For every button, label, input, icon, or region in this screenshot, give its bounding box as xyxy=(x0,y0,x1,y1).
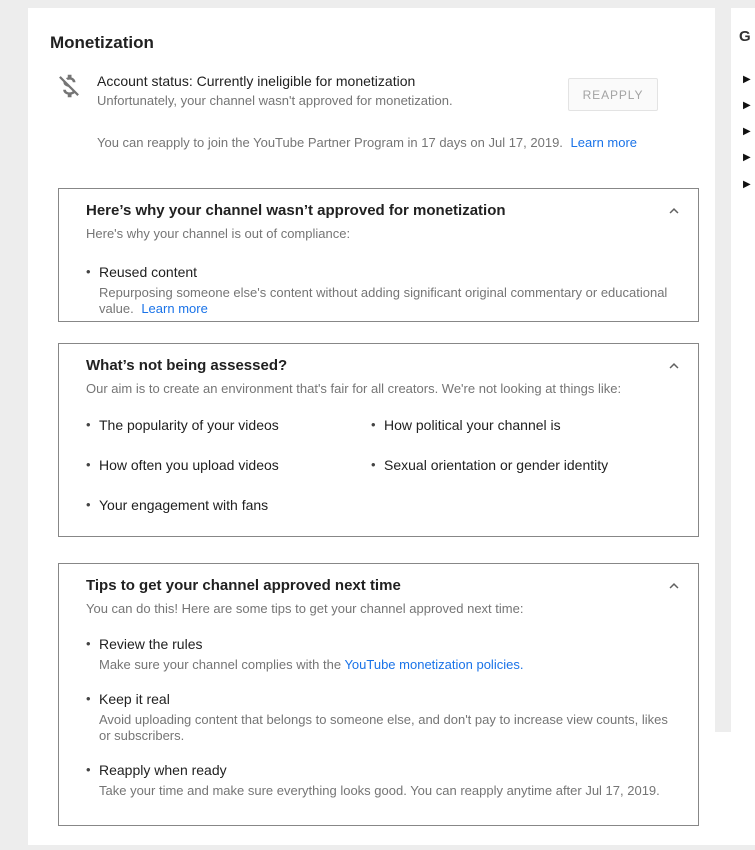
tip-item: Reapply when ready Take your time and ma… xyxy=(86,762,671,799)
tips-list: Review the rules Make sure your channel … xyxy=(86,636,671,799)
triangle-expand-icon[interactable]: ▶ xyxy=(743,127,751,137)
why-not-approved-card: Here’s why your channel wasn’t approved … xyxy=(58,188,699,322)
why-card-subtitle: Here's why your channel is out of compli… xyxy=(86,226,351,241)
tip-title: Keep it real xyxy=(86,691,671,707)
reapply-note: You can reapply to join the YouTube Part… xyxy=(97,135,637,150)
tip-description: Take your time and make sure everything … xyxy=(99,783,660,798)
not-assessed-list: The popularity of your videos How often … xyxy=(86,417,671,537)
tip-description: Avoid uploading content that belongs to … xyxy=(99,712,668,743)
background-patch xyxy=(715,732,731,845)
monetization-page-card: Monetization Account status: Currently i… xyxy=(28,8,715,845)
triangle-expand-icon[interactable]: ▶ xyxy=(743,153,751,163)
tip-title: Review the rules xyxy=(86,636,671,652)
tips-card: Tips to get your channel approved next t… xyxy=(58,563,699,826)
list-item: Your engagement with fans xyxy=(86,497,371,513)
tips-title: Tips to get your channel approved next t… xyxy=(86,577,401,594)
triangle-expand-icon[interactable]: ▶ xyxy=(743,180,751,190)
why-card-title: Here’s why your channel wasn’t approved … xyxy=(86,202,506,219)
not-assessed-title: What’s not being assessed? xyxy=(86,357,288,374)
tip-item: Review the rules Make sure your channel … xyxy=(86,636,671,673)
tips-subtitle: You can do this! Here are some tips to g… xyxy=(86,601,524,616)
reapply-button[interactable]: REAPPLY xyxy=(568,78,658,111)
tip-item: Keep it real Avoid uploading content tha… xyxy=(86,691,671,744)
chevron-up-icon[interactable] xyxy=(665,202,683,220)
side-panel-heading: G xyxy=(739,28,751,45)
reapply-note-text: You can reapply to join the YouTube Part… xyxy=(97,135,563,150)
chevron-up-icon[interactable] xyxy=(665,577,683,595)
reason-item: Reused content Repurposing someone else'… xyxy=(86,264,671,317)
chevron-up-icon[interactable] xyxy=(665,357,683,375)
account-status-subtitle: Unfortunately, your channel wasn't appro… xyxy=(97,93,453,108)
tip-title: Reapply when ready xyxy=(86,762,671,778)
reason-title: Reused content xyxy=(86,264,671,280)
money-off-icon xyxy=(54,71,84,101)
list-item: The popularity of your videos xyxy=(86,417,371,433)
reapply-learn-more-link[interactable]: Learn more xyxy=(571,135,637,150)
monetization-policies-link[interactable]: YouTube monetization policies. xyxy=(344,657,523,672)
not-assessed-subtitle: Our aim is to create an environment that… xyxy=(86,381,622,396)
list-item: How political your channel is xyxy=(371,417,608,433)
not-assessed-card: What’s not being assessed? Our aim is to… xyxy=(58,343,699,537)
reason-description: Repurposing someone else's content witho… xyxy=(86,285,671,317)
list-item: How often you upload videos xyxy=(86,457,371,473)
tip-description: Make sure your channel complies with the… xyxy=(86,657,671,673)
page-title: Monetization xyxy=(50,33,154,52)
reason-learn-more-link[interactable]: Learn more xyxy=(141,301,207,316)
tip-description-text: Make sure your channel complies with the xyxy=(99,657,342,672)
list-item: Sexual orientation or gender identity xyxy=(371,457,608,473)
account-status-title: Account status: Currently ineligible for… xyxy=(97,73,416,89)
right-side-panel: G ▶ ▶ ▶ ▶ ▶ xyxy=(731,8,755,845)
triangle-expand-icon[interactable]: ▶ xyxy=(743,101,751,111)
triangle-expand-icon[interactable]: ▶ xyxy=(743,75,751,85)
